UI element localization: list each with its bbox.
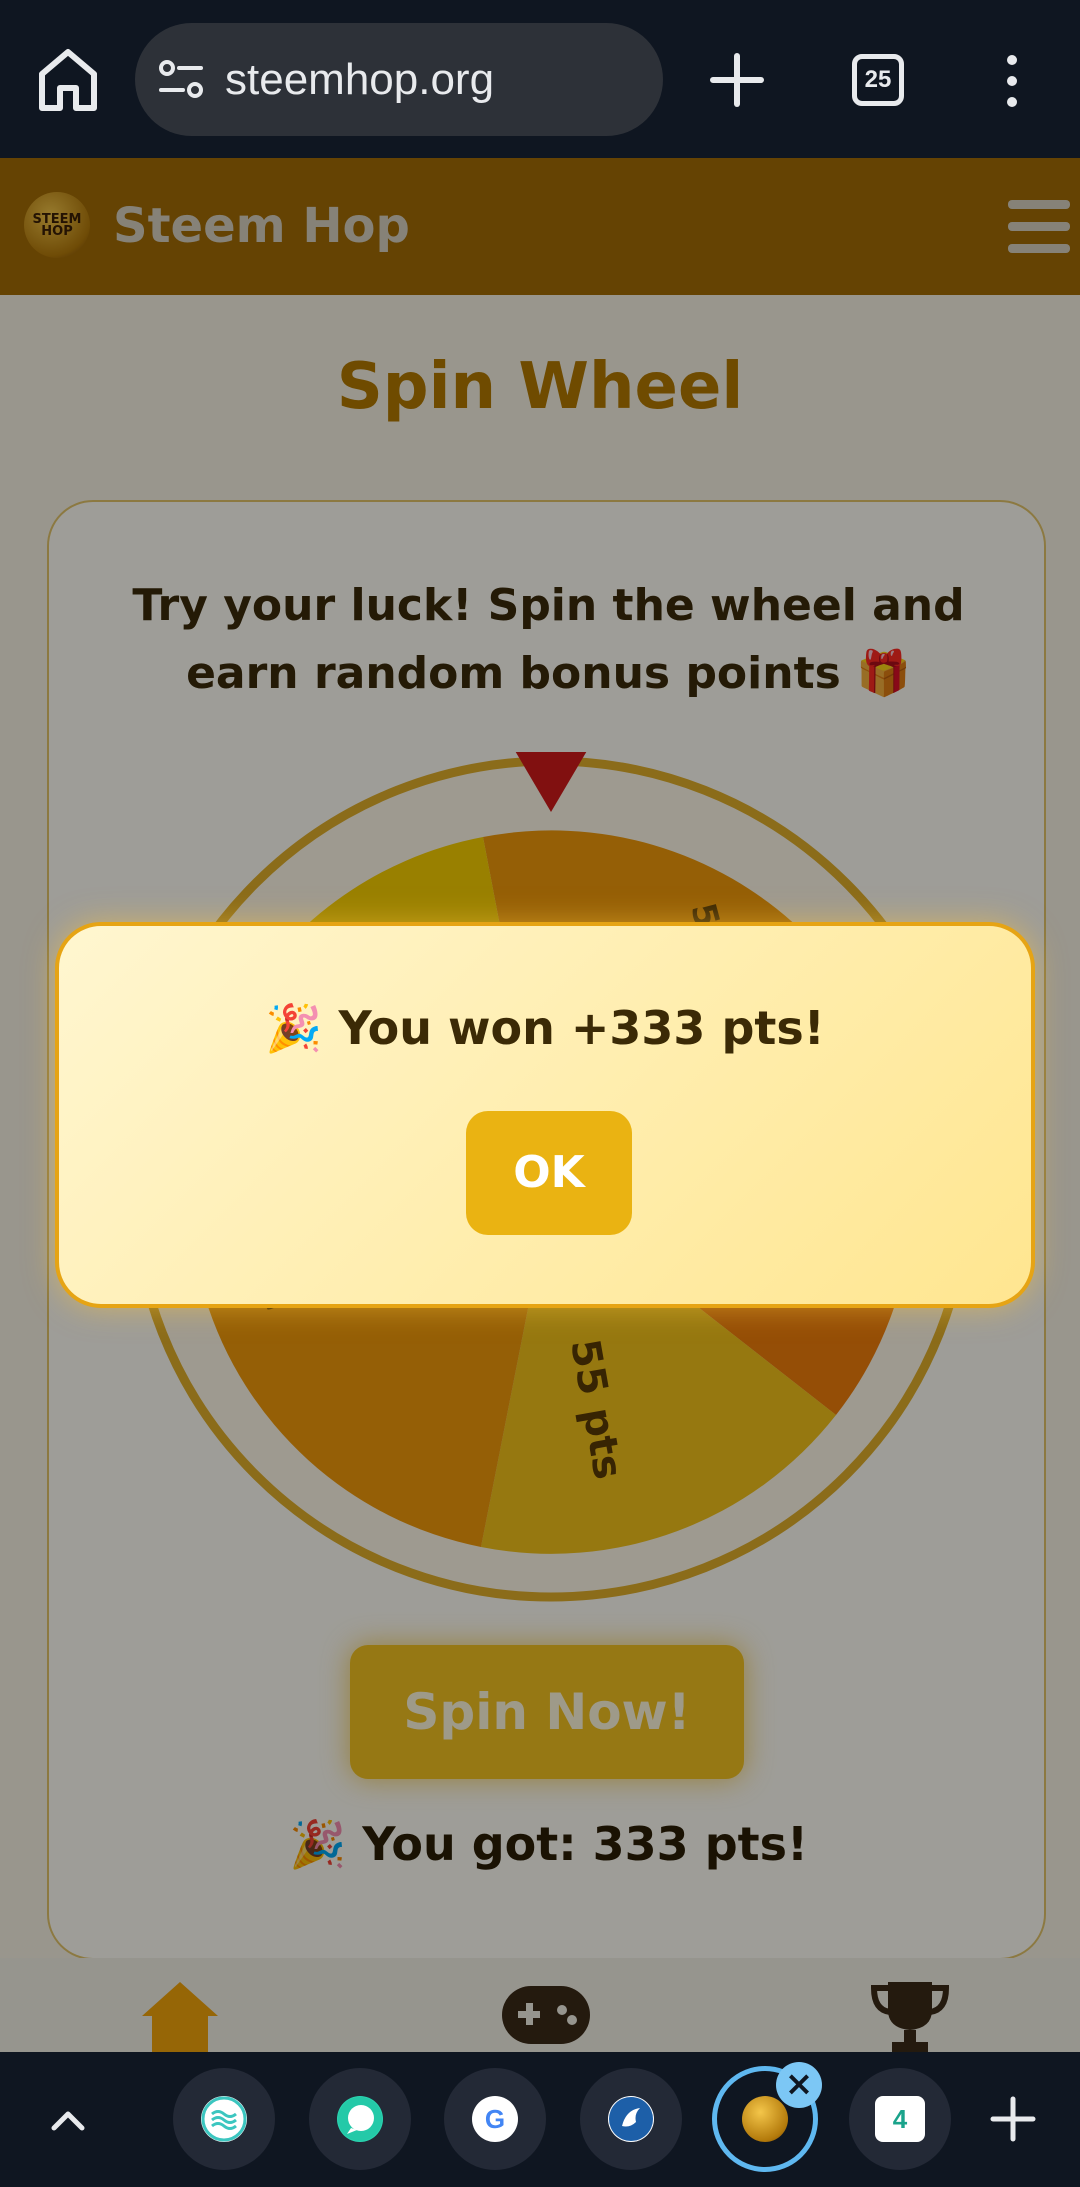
new-tab-icon[interactable] [709, 52, 765, 108]
url-text: steemhop.org [225, 55, 495, 104]
more-menu-icon[interactable] [1000, 54, 1024, 108]
tab-google[interactable]: G [444, 2068, 546, 2170]
ok-button[interactable]: OK [466, 1111, 632, 1235]
win-dialog: 🎉 You won +333 pts! OK [55, 922, 1035, 1308]
tab-chat[interactable] [309, 2068, 411, 2170]
bird-icon [608, 2096, 654, 2142]
p4-icon: 4 [875, 2096, 925, 2142]
tab-strip: G × 4 [0, 2052, 1080, 2187]
browser-toolbar: steemhop.org 25 [0, 0, 1080, 158]
tab-switcher-button[interactable]: 25 [852, 54, 904, 106]
win-message: 🎉 You won +333 pts! [265, 1001, 825, 1055]
waves-icon [201, 2096, 247, 2142]
tab-waves[interactable] [173, 2068, 275, 2170]
address-bar[interactable]: steemhop.org [135, 23, 663, 136]
home-icon[interactable] [36, 44, 100, 116]
steemhop-icon [742, 2096, 788, 2142]
chat-icon [337, 2096, 383, 2142]
add-tab-icon[interactable] [990, 2096, 1036, 2142]
site-settings-icon[interactable] [157, 59, 205, 99]
chevron-up-icon[interactable] [44, 2096, 92, 2144]
tab-bird[interactable] [580, 2068, 682, 2170]
close-tab-icon[interactable]: × [776, 2062, 822, 2108]
tab-p4[interactable]: 4 [849, 2068, 951, 2170]
google-icon: G [472, 2096, 518, 2142]
